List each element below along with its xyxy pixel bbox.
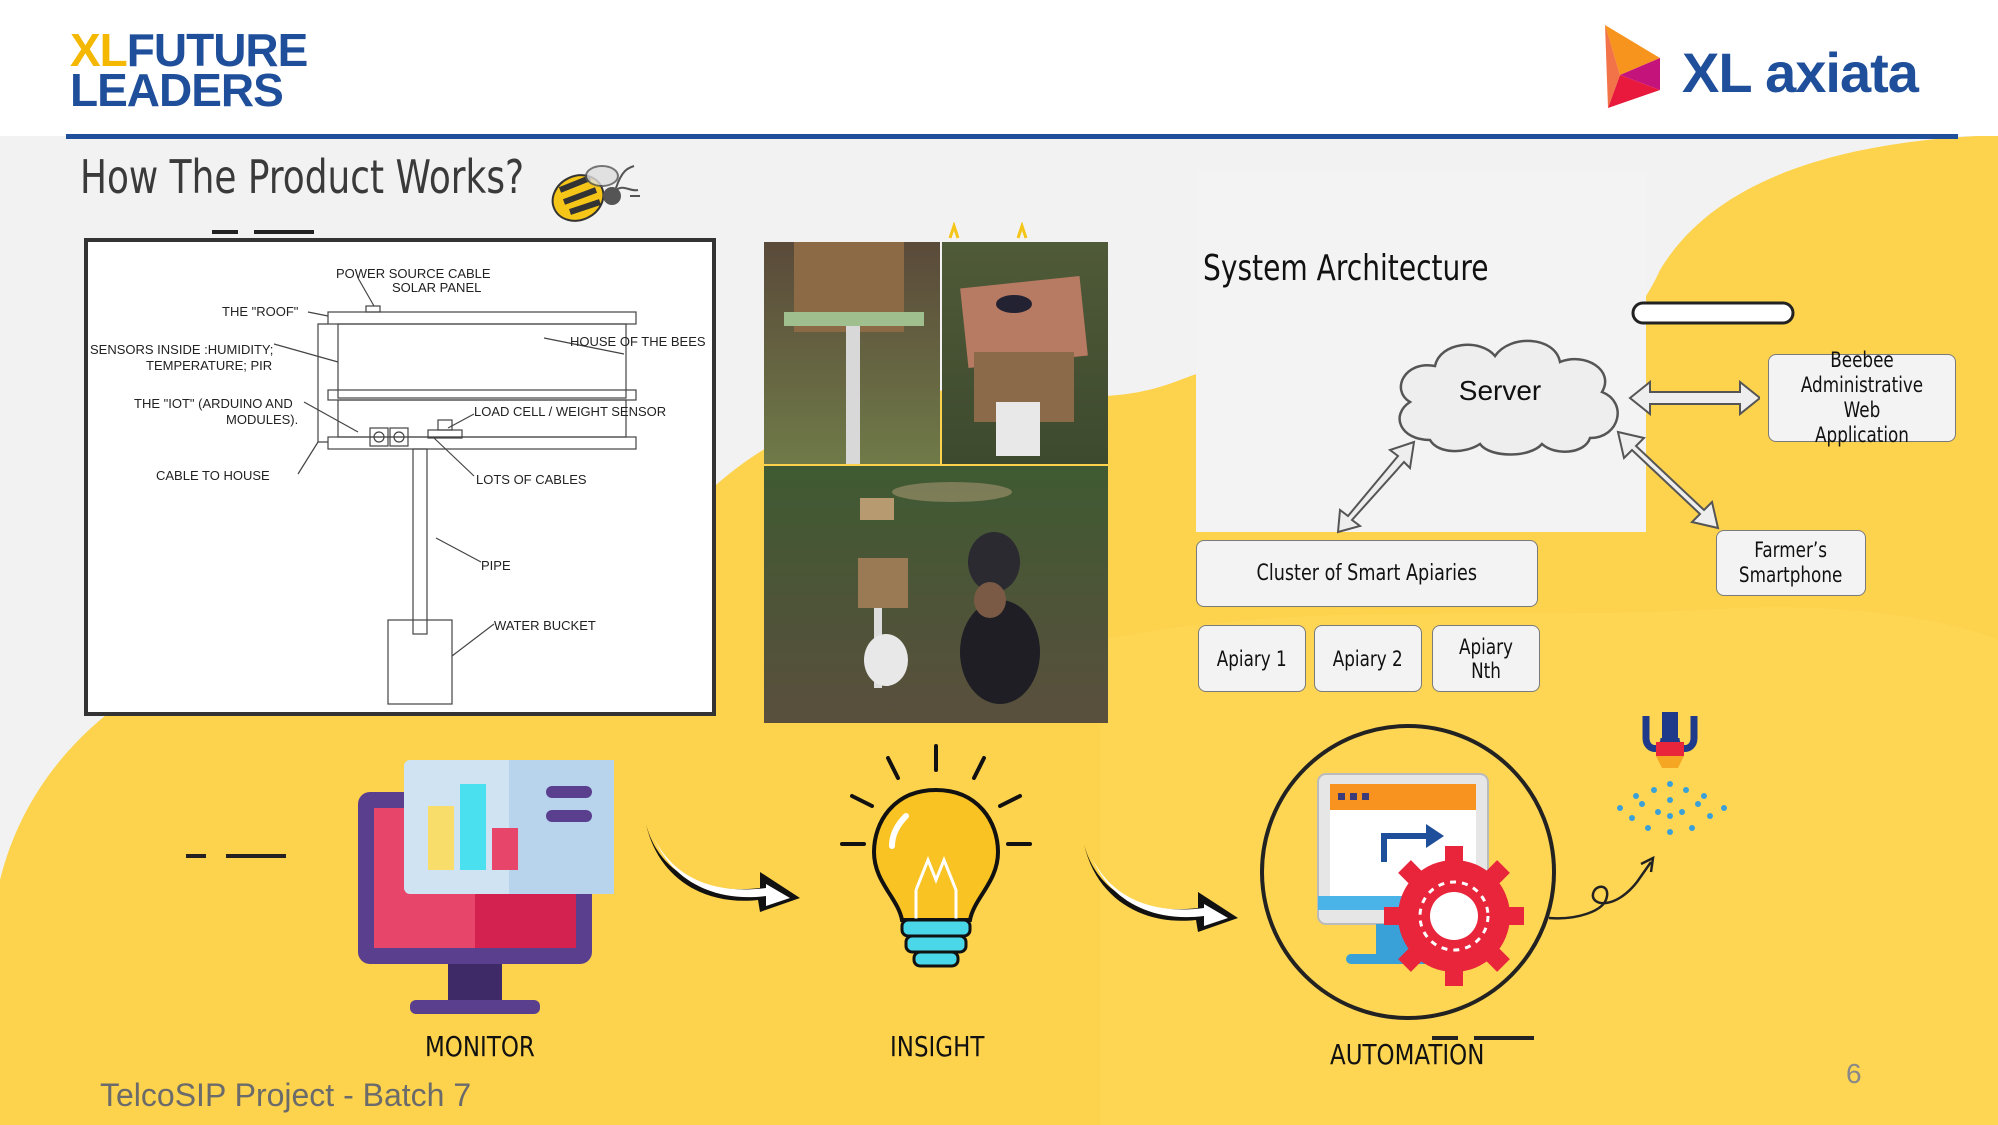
label-house-of-bees: HOUSE OF THE BEES (570, 334, 706, 349)
curved-arrow-icon (1084, 844, 1238, 932)
curved-arrow-icon (646, 824, 800, 912)
xl-future-leaders-logo: XLFUTURE LEADERS (70, 27, 308, 116)
monitor-icon (358, 760, 614, 1014)
apiary-2-label: Apiary 2 (1333, 646, 1403, 671)
decor-dash (212, 230, 314, 234)
web-app-line2: Administrative Web (1800, 373, 1924, 422)
logo-leaders-text: LEADERS (70, 64, 284, 116)
web-app-box: Beebee Administrative Web Application (1768, 348, 1956, 447)
monitor-caption: MONITOR (425, 1030, 535, 1063)
label-iot-line2: MODULES). (226, 412, 299, 427)
farmer-smartphone-box: Farmer’s Smartphone (1716, 530, 1866, 596)
apiary-photo-collage (764, 242, 1108, 723)
sprinkler-icon (1617, 712, 1727, 835)
label-lots-of-cables: LOTS OF CABLES (476, 472, 587, 487)
label-sensors-line2: TEMPERATURE; PIR (146, 358, 273, 373)
cluster-box: Cluster of Smart Apiaries (1196, 540, 1538, 607)
lightbulb-icon (840, 744, 1032, 968)
footer-project-label: TelcoSIP Project - Batch 7 (100, 1077, 472, 1113)
logo-axiata-text: XL axiata (1682, 41, 1919, 104)
label-iot-line1: THE "IOT" (ARDUINO AND (134, 396, 293, 411)
label-power-source-cable: POWER SOURCE CABLE (336, 266, 491, 281)
architecture-arrows (1336, 379, 1760, 534)
label-roof: THE "ROOF" (222, 304, 299, 319)
insight-caption: INSIGHT (890, 1030, 985, 1063)
xl-axiata-mark-icon (1605, 25, 1660, 108)
bee-icon (551, 165, 640, 222)
automation-caption: AUTOMATION (1330, 1038, 1485, 1071)
hive-sketch-diagram: POWER SOURCE CABLE SOLAR PANEL THE "ROOF… (84, 238, 716, 716)
loop-arrow-icon (1548, 855, 1655, 920)
page-number: 6 (1846, 1058, 1862, 1089)
header-rule (66, 134, 1958, 139)
decor-sparkle (948, 222, 1028, 239)
apiary-1-label: Apiary 1 (1217, 646, 1287, 671)
smartphone-line2: Smartphone (1739, 563, 1843, 587)
decor-pill (1631, 301, 1795, 325)
slide-title: How The Product Works? (80, 150, 525, 204)
apiary-nth-box: Apiary Nth (1432, 625, 1540, 692)
apiary-1-box: Apiary 1 (1198, 625, 1306, 692)
label-solar-panel: SOLAR PANEL (392, 280, 482, 295)
label-cable-to-house: CABLE TO HOUSE (156, 468, 270, 483)
web-app-line1: Beebee (1830, 348, 1894, 372)
apiary-nth-label: Apiary Nth (1459, 634, 1513, 683)
xl-axiata-logo: XL axiata (1600, 20, 1960, 110)
apiary-2-box: Apiary 2 (1314, 625, 1422, 692)
label-sensors-line1: SENSORS INSIDE :HUMIDITY; (90, 342, 274, 357)
label-pipe: PIPE (481, 558, 511, 573)
system-architecture-title: System Architecture (1203, 248, 1489, 289)
decor-dash (186, 854, 286, 858)
web-app-line3: Application (1815, 423, 1909, 447)
label-water-bucket: WATER BUCKET (494, 618, 596, 633)
automation-icon (1260, 724, 1556, 1020)
smartphone-line1: Farmer’s (1754, 538, 1828, 562)
photo-collage-drawing (764, 242, 1108, 723)
cluster-label: Cluster of Smart Apiaries (1256, 561, 1478, 586)
label-load-cell: LOAD CELL / WEIGHT SENSOR (474, 404, 667, 419)
